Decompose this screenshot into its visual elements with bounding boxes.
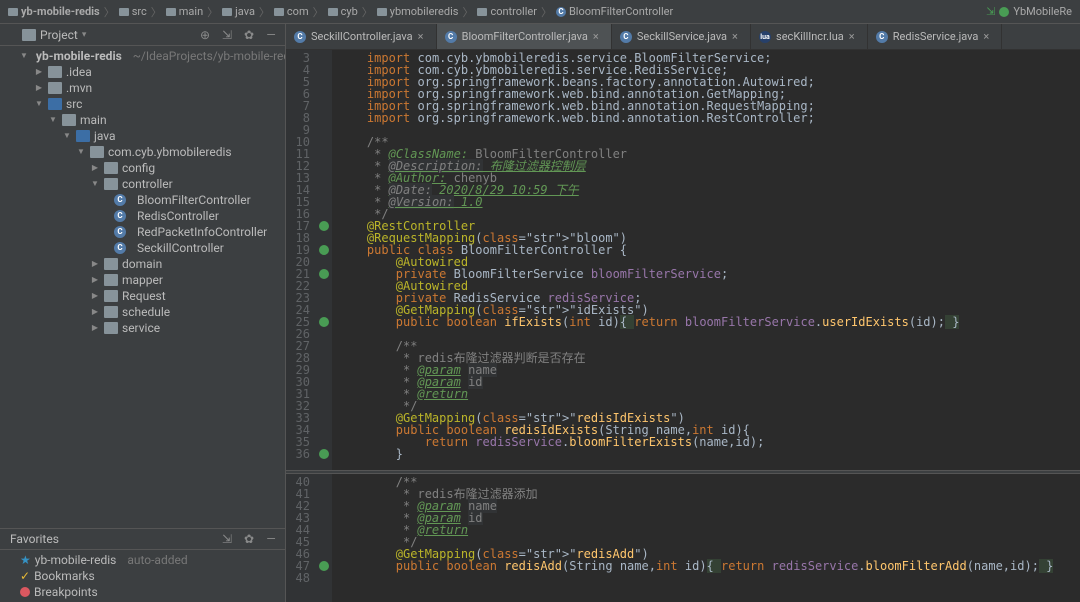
close-icon[interactable]: × [732, 30, 742, 43]
fav-item[interactable]: Breakpoints [20, 584, 285, 600]
breadcrumb[interactable]: yb-mobile-redis 〉 src 〉 main 〉 java 〉 co… [8, 4, 673, 20]
folder-icon [477, 8, 487, 16]
gutter-marks[interactable] [316, 474, 332, 602]
gutter-marks[interactable] [316, 50, 332, 470]
code-editor-split[interactable]: 404142434445464748 /** * redis布隆过滤器添加 * … [286, 474, 1080, 602]
close-icon[interactable]: × [418, 30, 428, 43]
class-icon: C [294, 31, 306, 43]
lua-icon: lua [759, 31, 771, 43]
run-config[interactable]: ⇲ YbMobileRe [986, 5, 1072, 18]
class-icon: C [556, 7, 566, 17]
project-panel: Project ▾ ⊕ ⇲ ✿ — ▼yb-mobile-redis ~/Ide… [0, 24, 286, 602]
close-icon[interactable]: × [983, 30, 993, 43]
folder-icon [377, 8, 387, 16]
class-icon: C [620, 31, 632, 43]
expand-icon[interactable]: ⇲ [219, 27, 235, 43]
editor-tab[interactable]: luasecKillIncr.lua× [751, 24, 868, 49]
top-bar: yb-mobile-redis 〉 src 〉 main 〉 java 〉 co… [0, 0, 1080, 24]
class-icon: C [445, 31, 457, 43]
folder-icon [328, 8, 338, 16]
star-icon: ★ [20, 553, 31, 567]
breakpoint-icon [20, 587, 30, 597]
editor-tab[interactable]: CSeckillController.java× [286, 24, 437, 49]
favorites-title[interactable]: Favorites [10, 532, 59, 546]
gutter[interactable]: 404142434445464748 [286, 474, 316, 602]
project-tree[interactable]: ▼yb-mobile-redis ~/IdeaProjects/yb-mobil… [0, 46, 285, 528]
bookmark-icon: ✓ [20, 569, 30, 583]
code-editor-main[interactable]: 3456789101112131415161718192021222324252… [286, 50, 1080, 470]
editor-tab[interactable]: CRedisService.java× [868, 24, 1003, 49]
fav-item[interactable]: ✓Bookmarks [20, 568, 285, 584]
class-icon: C [114, 210, 126, 222]
close-icon[interactable]: × [593, 30, 603, 43]
class-icon: C [876, 31, 888, 43]
expand-icon[interactable]: ⇲ [219, 531, 235, 547]
editor-tab[interactable]: CSeckillService.java× [612, 24, 751, 49]
folder-icon [166, 8, 176, 16]
gear-icon[interactable]: ✿ [241, 27, 257, 43]
editor-tab[interactable]: CBloomFilterController.java× [437, 24, 612, 49]
class-icon: C [114, 194, 126, 206]
project-panel-title[interactable]: Project ▾ [22, 28, 86, 42]
folder-icon [8, 8, 18, 16]
class-icon: C [114, 242, 126, 254]
code-content[interactable]: import com.cyb.ybmobileredis.service.Blo… [332, 50, 1080, 470]
minimize-icon[interactable]: — [263, 27, 279, 43]
aim-icon[interactable]: ⊕ [197, 27, 213, 43]
tabs-bar: CSeckillController.java× CBloomFilterCon… [286, 24, 1080, 50]
gutter[interactable]: 3456789101112131415161718192021222324252… [286, 50, 316, 470]
class-icon: C [114, 226, 126, 238]
folder-icon [274, 8, 284, 16]
spring-icon [999, 7, 1009, 17]
editor-area: CSeckillController.java× CBloomFilterCon… [286, 24, 1080, 602]
folder-icon [22, 29, 36, 41]
minimize-icon[interactable]: — [263, 531, 279, 547]
close-icon[interactable]: × [849, 30, 859, 43]
fav-item[interactable]: ★yb-mobile-redis auto-added [20, 552, 285, 568]
folder-icon [222, 8, 232, 16]
folder-icon [119, 8, 129, 16]
code-content[interactable]: /** * redis布隆过滤器添加 * @param name * @para… [332, 474, 1080, 602]
gear-icon[interactable]: ✿ [241, 531, 257, 547]
